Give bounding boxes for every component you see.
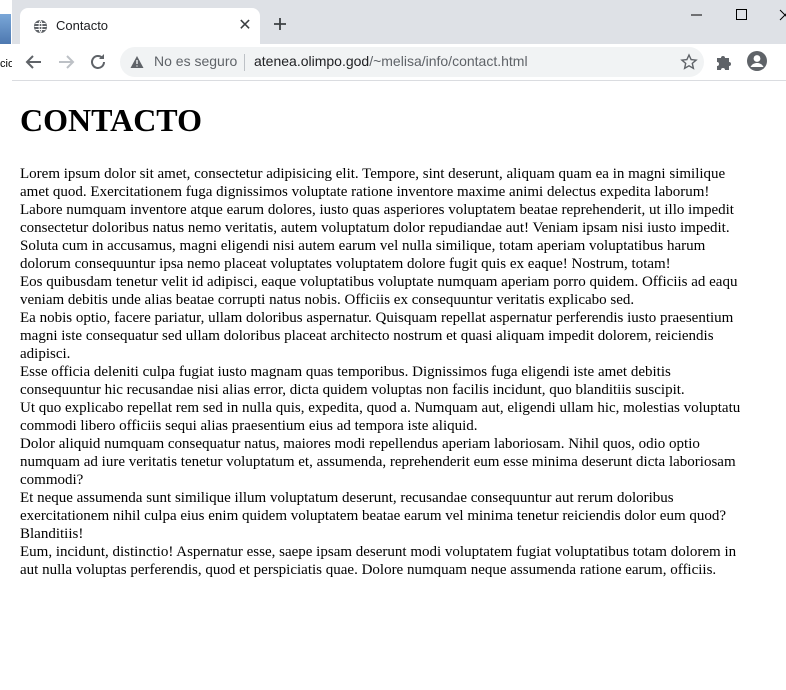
star-icon[interactable] bbox=[680, 53, 698, 71]
text-line: Esse officia deleniti culpa fugiat iusto… bbox=[20, 364, 671, 380]
close-icon[interactable]: ✕ bbox=[236, 17, 254, 35]
url-path: /~melisa/info/contact.html bbox=[369, 53, 528, 69]
text-line: commodi? bbox=[20, 472, 84, 488]
text-line: aut nulla voluptas perferendis, quod et … bbox=[20, 562, 717, 578]
puzzle-icon[interactable] bbox=[714, 52, 734, 72]
close-icon bbox=[779, 9, 786, 21]
text-line: Dolor aliquid numquam consequatur natus,… bbox=[20, 436, 700, 452]
text-line: commodi libero officiis sequi alias prae… bbox=[20, 418, 478, 434]
url-host: atenea.olimpo.god bbox=[254, 53, 370, 69]
text-line: Ut quo explicabo repellat rem sed in nul… bbox=[20, 400, 741, 416]
address-separator bbox=[244, 54, 245, 71]
warning-icon[interactable] bbox=[130, 55, 144, 69]
page-title: CONTACTO bbox=[20, 102, 202, 138]
security-status[interactable]: No es seguro bbox=[154, 53, 237, 69]
arrow-right-icon[interactable] bbox=[54, 50, 78, 74]
text-line: Eum, incidunt, distinctio! Aspernatur es… bbox=[20, 544, 737, 560]
text-line: Labore numquam inventore atque earum dol… bbox=[20, 202, 734, 218]
tab-contacto[interactable]: Contacto ✕ bbox=[20, 8, 260, 44]
maximize-icon bbox=[736, 9, 747, 20]
text-line: dolorum consequuntur ipsa nemo placeat v… bbox=[20, 256, 671, 272]
text-line: consectetur doloribus natus nemo veritat… bbox=[20, 220, 730, 236]
plus-icon bbox=[274, 18, 286, 30]
page-content: CONTACTO Lorem ipsum dolor sit amet, con… bbox=[20, 81, 786, 690]
url-text[interactable]: atenea.olimpo.god/~melisa/info/contact.h… bbox=[254, 53, 528, 69]
tab-strip: Contacto ✕ bbox=[12, 0, 786, 44]
text-line: numquam ad iure veritatis tenetur volupt… bbox=[20, 454, 736, 470]
text-line: Soluta cum in accusamus, magni eligendi … bbox=[20, 238, 706, 254]
minimize-icon bbox=[691, 14, 702, 16]
minimize-button[interactable] bbox=[682, 4, 712, 26]
text-line: veniam debitis unde alias beatae corrupt… bbox=[20, 292, 635, 308]
text-line: consequuntur hic recusandae nisi alias e… bbox=[20, 382, 685, 398]
account-icon[interactable] bbox=[746, 50, 768, 72]
arrow-left-icon[interactable] bbox=[22, 50, 46, 74]
desktop-shortcut-icon[interactable] bbox=[0, 14, 11, 44]
window-close-button[interactable] bbox=[770, 4, 786, 26]
text-line: Eos quibusdam tenetur velit id adipisci,… bbox=[20, 274, 738, 290]
text-line: exercitationem nihil culpa eius enim qui… bbox=[20, 508, 727, 524]
text-line: Ea nobis optio, facere pariatur, ullam d… bbox=[20, 310, 734, 326]
text-line: Lorem ipsum dolor sit amet, consectetur … bbox=[20, 166, 726, 182]
body-text: Lorem ipsum dolor sit amet, consectetur … bbox=[20, 165, 786, 579]
text-line: amet quod. Exercitationem fuga dignissim… bbox=[20, 184, 710, 200]
reload-icon[interactable] bbox=[86, 50, 110, 74]
desktop-shortcut-label: cio bbox=[0, 58, 12, 70]
new-tab-button[interactable] bbox=[270, 15, 290, 35]
text-line: adipisci. bbox=[20, 346, 71, 362]
browser-window: Contacto ✕ No es seguro atenea.olimpo.go… bbox=[12, 0, 786, 690]
maximize-button[interactable] bbox=[727, 4, 757, 26]
text-line: Et neque assumenda sunt similique illum … bbox=[20, 490, 674, 506]
text-line: magni iste consequatur sed ullam dolorib… bbox=[20, 328, 714, 344]
text-line: Blanditiis! bbox=[20, 526, 84, 542]
address-bar[interactable]: No es seguro atenea.olimpo.god/~melisa/i… bbox=[120, 47, 704, 77]
globe-icon bbox=[33, 19, 48, 34]
tab-title: Contacto bbox=[56, 18, 109, 33]
browser-toolbar: No es seguro atenea.olimpo.god/~melisa/i… bbox=[12, 44, 786, 81]
